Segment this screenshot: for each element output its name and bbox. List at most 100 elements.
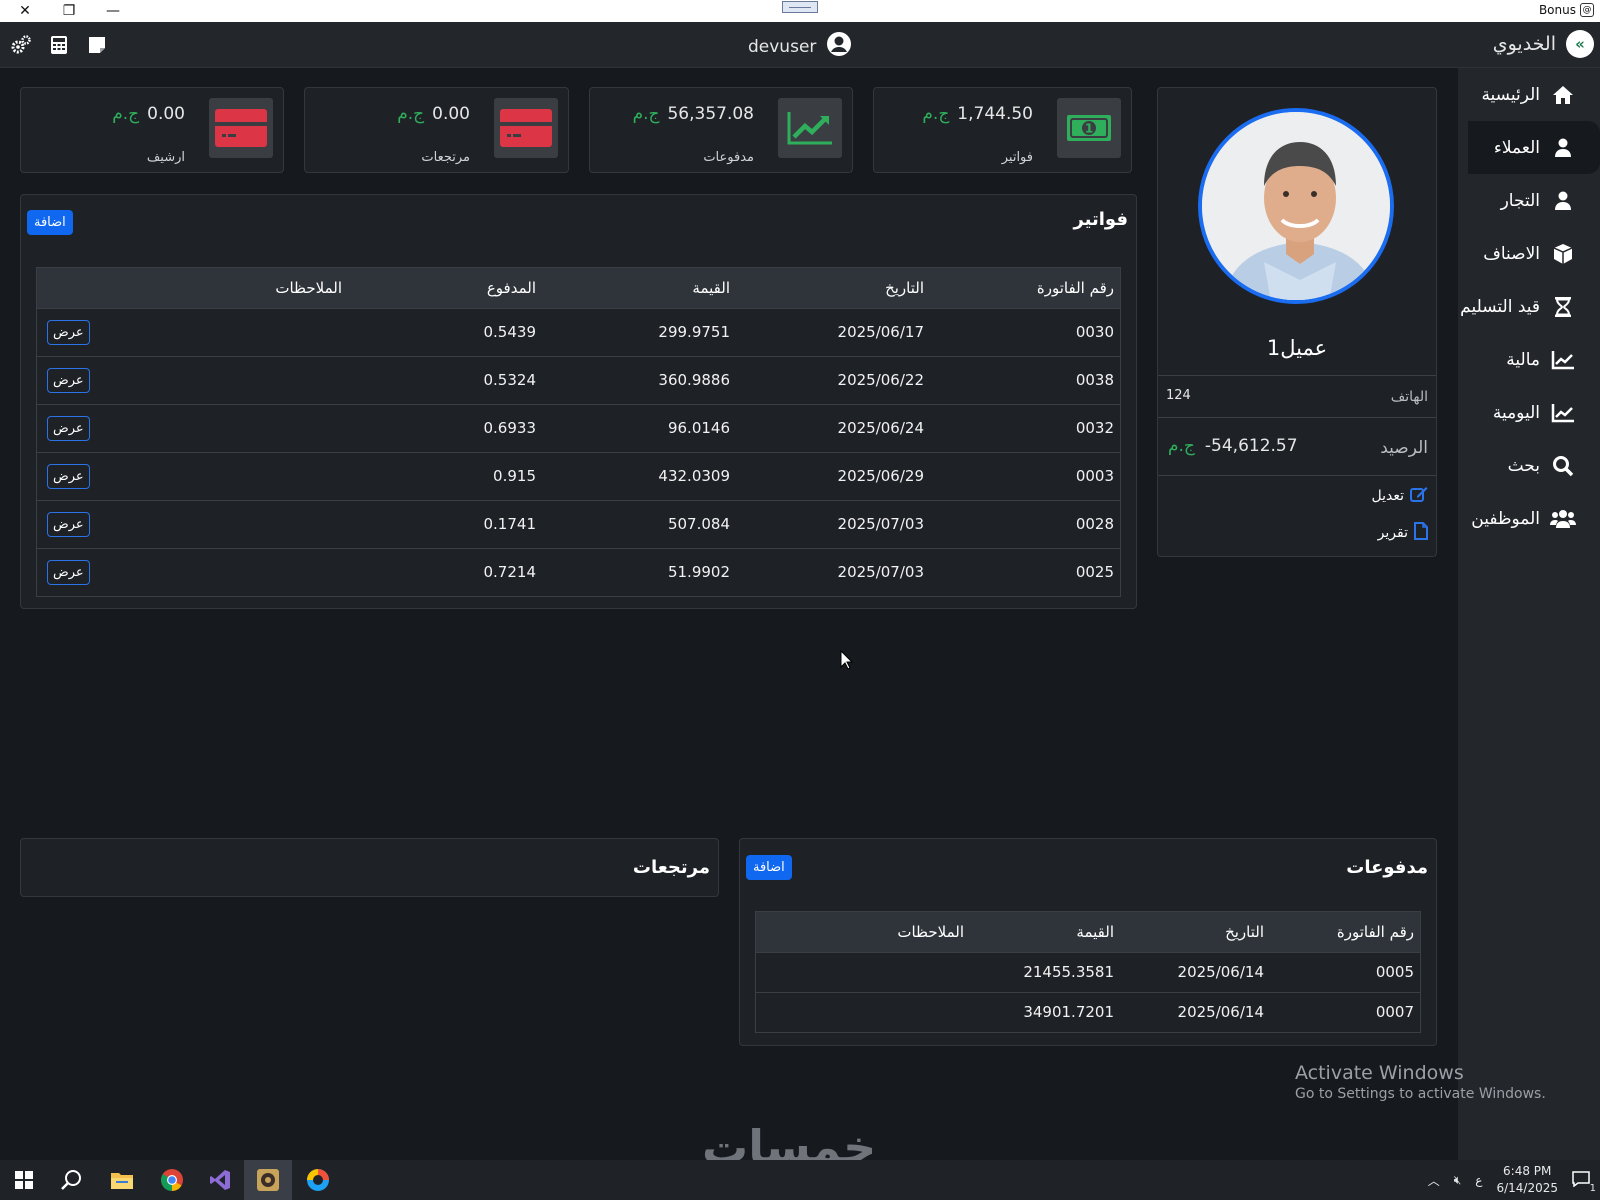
invoice-notes: عرض (37, 355, 348, 404)
stat-amount: 0.00ج.م (112, 104, 185, 124)
sidebar-item-label: بحث (1507, 455, 1540, 476)
stat-card-payments[interactable]: 56,357.08ج.م مدفوعات (589, 87, 853, 173)
view-button[interactable]: عرض (47, 415, 90, 441)
user-icon (1550, 191, 1576, 211)
invoice-paid: 0.1741 (348, 499, 542, 548)
system-tray: ︿ 🔇︎ ع 6:48 PM 6/14/2025 1 (1428, 1160, 1600, 1200)
sidebar-item-search[interactable]: بحث (1458, 439, 1600, 492)
restore-icon[interactable]: ❐ (58, 0, 80, 22)
app-taskbar-icon[interactable] (244, 1160, 292, 1200)
invoice-value: 432.0309 (542, 451, 736, 500)
returns-card: مرتجعات (20, 838, 719, 897)
col-header: القيمة (1076, 922, 1114, 941)
notification-icon[interactable]: 1 (1572, 1170, 1596, 1194)
invoice-date: 2025/07/03 (736, 499, 930, 548)
stat-card-archive[interactable]: 0.00ج.م ارشيف (20, 87, 284, 173)
search-icon (1550, 455, 1576, 477)
screen-recorder-icon[interactable] (294, 1160, 342, 1200)
home-icon (1550, 85, 1576, 105)
table-row: 0028 2025/07/03 507.084 0.1741 عرض (37, 499, 1120, 548)
user-circle-icon (826, 31, 852, 62)
taskbar: ︿ 🔇︎ ع 6:48 PM 6/14/2025 1 (0, 1160, 1600, 1200)
payment-number[interactable]: 0007 (1270, 991, 1420, 1032)
add-invoice-button[interactable]: اضافة (27, 210, 73, 235)
sidebar-item-employees[interactable]: الموظفين (1458, 492, 1600, 545)
chrome-icon[interactable] (148, 1160, 196, 1200)
calculator-icon[interactable] (48, 34, 70, 56)
sticky-note-icon[interactable] (86, 34, 108, 56)
double-chevron-icon[interactable]: « (1566, 30, 1594, 58)
table-row: 0007 2025/06/14 34901.7201 (756, 991, 1420, 1032)
col-header: التاريخ (1225, 922, 1264, 941)
edit-label: تعديل (1371, 488, 1405, 504)
chart-line-icon (1550, 403, 1576, 423)
windows-start-icon[interactable] (0, 1160, 48, 1200)
sidebar-item-label: التجار (1500, 190, 1540, 211)
sidebar-item-items[interactable]: الاصناف (1458, 227, 1600, 280)
view-button[interactable]: عرض (47, 319, 90, 345)
invoice-number[interactable]: 0003 (930, 451, 1120, 500)
hourglass-icon (1550, 296, 1576, 318)
returns-title: مرتجعات (632, 857, 710, 878)
balance-currency: ج.م (1168, 436, 1195, 456)
watermark-title: Activate Windows (1295, 1062, 1464, 1084)
invoice-value: 299.9751 (542, 307, 736, 356)
stat-label: مدفوعات (703, 150, 754, 165)
keyboard-language[interactable]: ع (1475, 1173, 1482, 1187)
view-button[interactable]: عرض (47, 367, 90, 393)
edit-link[interactable]: تعديل (1372, 486, 1429, 506)
invoice-number[interactable]: 0038 (930, 355, 1120, 404)
sidebar-item-customers[interactable]: العملاء (1468, 121, 1600, 174)
phone-label: الهاتف (1390, 389, 1428, 405)
bonus-label: Bonus (1538, 3, 1576, 17)
add-payment-button[interactable]: اضافة (746, 855, 792, 880)
file-explorer-icon[interactable] (98, 1160, 146, 1200)
sidebar-item-pending-delivery[interactable]: قيد التسليم (1458, 280, 1600, 333)
stat-card-returns[interactable]: 0.00ج.م مرتجعات (304, 87, 569, 173)
volume-muted-icon[interactable]: 🔇︎ (1454, 1173, 1462, 1188)
col-header: التاريخ (885, 278, 924, 297)
table-row: 0003 2025/06/29 432.0309 0.915 عرض (37, 451, 1120, 500)
chevron-up-icon[interactable]: ︿ (1428, 1172, 1440, 1189)
payment-number[interactable]: 0005 (1270, 951, 1420, 992)
toolbar (10, 34, 108, 56)
minimize-icon[interactable]: — (102, 0, 124, 22)
top-bar: devuser الخديوي « (0, 22, 1600, 68)
user-menu[interactable]: devuser (748, 31, 852, 62)
settings-icon[interactable] (10, 34, 32, 56)
view-button[interactable]: عرض (47, 511, 90, 537)
payments-card: مدفوعات اضافة رقم الفاتورة التاريخ القيم… (739, 838, 1437, 1046)
search-icon[interactable] (48, 1160, 96, 1200)
invoice-date: 2025/06/22 (736, 355, 930, 404)
invoice-notes: عرض (37, 499, 348, 548)
visual-studio-icon[interactable] (196, 1160, 244, 1200)
invoice-date: 2025/07/03 (736, 547, 930, 596)
sidebar-item-home[interactable]: الرئيسية (1458, 68, 1600, 121)
view-button[interactable]: عرض (47, 559, 90, 585)
invoices-table: رقم الفاتورة التاريخ القيمة المدفوع المل… (36, 267, 1121, 597)
table-header-row: رقم الفاتورة التاريخ القيمة المدفوع المل… (37, 268, 1120, 308)
stat-label: فواتير (1001, 150, 1033, 165)
table-header-row: رقم الفاتورة التاريخ القيمة الملاحظات (756, 912, 1420, 952)
drag-handle[interactable] (782, 1, 818, 13)
view-button[interactable]: عرض (47, 463, 90, 489)
brand[interactable]: الخديوي « (1493, 30, 1594, 58)
sidebar-item-merchants[interactable]: التجار (1458, 174, 1600, 227)
customer-name: عميل1 (1266, 336, 1328, 360)
invoice-number[interactable]: 0028 (930, 499, 1120, 548)
invoice-number[interactable]: 0032 (930, 403, 1120, 452)
sidebar-item-journal[interactable]: اليومية (1458, 386, 1600, 439)
bonus-icon[interactable]: @ (1580, 3, 1594, 17)
clock-time: 6:48 PM (1503, 1164, 1552, 1178)
report-link[interactable]: تقرير (1378, 522, 1428, 544)
clock[interactable]: 6:48 PM 6/14/2025 (1496, 1163, 1558, 1197)
payment-value: 34901.7201 (970, 991, 1120, 1032)
sidebar-item-finance[interactable]: مالية (1458, 333, 1600, 386)
stat-card-invoices[interactable]: 1 1,744.50ج.م فواتير (873, 87, 1132, 173)
invoice-number[interactable]: 0030 (930, 307, 1120, 356)
invoice-date: 2025/06/29 (736, 451, 930, 500)
brand-name: الخديوي (1492, 33, 1556, 55)
money-bill-icon: 1 (1057, 98, 1121, 158)
invoice-number[interactable]: 0025 (930, 547, 1120, 596)
close-icon[interactable]: ✕ (14, 0, 36, 22)
